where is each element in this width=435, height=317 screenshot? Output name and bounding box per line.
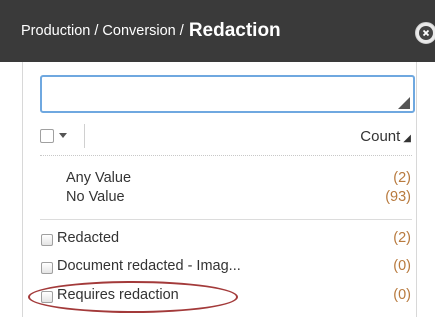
facet-item-checkbox[interactable] bbox=[41, 262, 53, 274]
select-all-checkbox[interactable] bbox=[40, 129, 54, 143]
facet-header: Production / Conversion / Redaction bbox=[0, 0, 435, 62]
close-button[interactable] bbox=[415, 22, 435, 44]
special-value-label: No Value bbox=[66, 189, 125, 205]
special-value-count: (93) bbox=[385, 189, 411, 205]
header-path: Production / Conversion / bbox=[21, 23, 184, 39]
count-sort-header[interactable]: Count ◢ bbox=[360, 128, 411, 145]
facet-item-row[interactable]: Redacted (2) bbox=[0, 230, 435, 250]
divider bbox=[40, 155, 412, 156]
special-value-row[interactable]: No Value (93) bbox=[0, 189, 435, 209]
facet-search-input[interactable] bbox=[40, 75, 415, 113]
count-label: Count bbox=[360, 128, 401, 145]
facet-item-checkbox[interactable] bbox=[41, 234, 53, 246]
facet-item-count: (2) bbox=[393, 230, 411, 246]
facet-item-count: (0) bbox=[393, 258, 411, 274]
facet-item-row[interactable]: Document redacted - Imag... (0) bbox=[0, 258, 435, 278]
facet-item-label: Document redacted - Imag... bbox=[57, 258, 241, 274]
facet-item-count: (0) bbox=[393, 287, 411, 303]
highlight-annotation bbox=[28, 281, 238, 313]
special-value-label: Any Value bbox=[66, 170, 132, 186]
close-icon bbox=[419, 26, 433, 40]
chevron-down-icon[interactable] bbox=[58, 131, 68, 139]
resize-handle-icon[interactable] bbox=[398, 97, 410, 109]
facet-item-label: Redacted bbox=[57, 230, 120, 246]
header-title: Redaction bbox=[188, 20, 281, 41]
divider bbox=[84, 124, 85, 148]
special-value-row[interactable]: Any Value (2) bbox=[0, 170, 435, 190]
sort-desc-icon: ◢ bbox=[403, 133, 411, 144]
special-value-count: (2) bbox=[393, 170, 411, 186]
divider bbox=[40, 219, 412, 220]
